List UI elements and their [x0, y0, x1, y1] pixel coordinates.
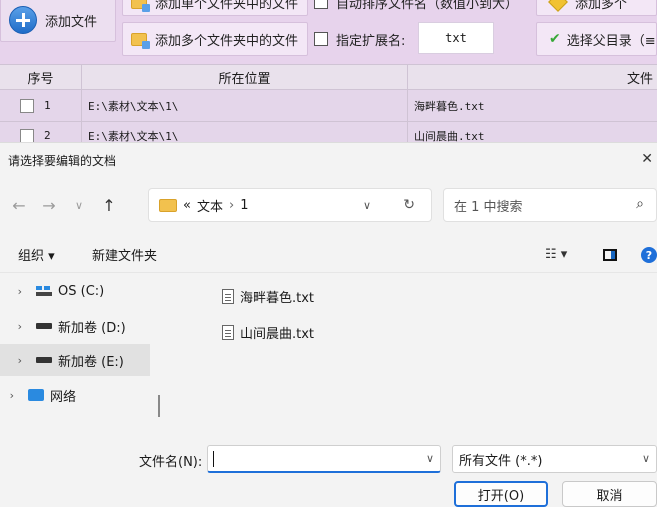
file-name: 海畔暮色.txt: [240, 291, 315, 306]
text-caret: [213, 451, 214, 467]
add-circle-icon: [9, 6, 37, 34]
forward-arrow-icon[interactable]: →: [34, 196, 64, 215]
add-multi-folder-label: 添加多个文件夹中的文件: [155, 33, 299, 49]
file-list: 海畔暮色.txt 山间晨曲.txt: [160, 273, 657, 439]
chevron-right-icon[interactable]: ›: [0, 320, 22, 333]
nav-item-label: 网络: [50, 389, 77, 405]
dialog-title-bar[interactable]: 请选择要编辑的文档 ✕: [0, 143, 657, 177]
ext-checkbox[interactable]: [314, 32, 328, 46]
nav-item-e-drive[interactable]: › 新加卷 (E:): [0, 344, 150, 376]
header-index[interactable]: 序号: [0, 65, 82, 89]
filetype-select[interactable]: 所有文件 (*.*) ∨: [452, 445, 657, 473]
search-placeholder: 在 1 中搜索: [454, 199, 523, 215]
chevron-right-icon[interactable]: ›: [0, 354, 22, 367]
row-checkbox[interactable]: [20, 98, 34, 113]
drive-icon: [36, 323, 52, 329]
nav-item-label: OS (C:): [58, 283, 105, 299]
folder-icon: [131, 0, 150, 12]
network-icon: [28, 389, 44, 401]
add-single-folder-button[interactable]: 添加单个文件夹中的文件: [122, 0, 308, 16]
refresh-icon[interactable]: ↻: [403, 197, 415, 213]
row-index-cell: 1: [0, 90, 82, 121]
new-folder-button[interactable]: 新建文件夹: [92, 245, 157, 264]
search-icon: ⌕: [636, 196, 644, 212]
preview-pane-icon[interactable]: [603, 249, 617, 261]
row-checkbox[interactable]: [20, 128, 34, 143]
dialog-title: 请选择要编辑的文档: [8, 153, 117, 168]
ext-option[interactable]: 指定扩展名:: [308, 22, 420, 56]
row-index: 1: [44, 99, 51, 112]
chevron-right-icon[interactable]: ›: [0, 389, 14, 402]
add-single-folder-label: 添加单个文件夹中的文件: [155, 0, 299, 12]
filetype-value: 所有文件 (*.*): [459, 453, 543, 469]
navigation-pane: › OS (C:) › 新加卷 (D:) › 新加卷 (E:) › 网络: [0, 273, 160, 439]
breadcrumb-separator: ›: [228, 197, 235, 213]
navigation-bar: ← → ∨ ↑ « 文本 › 1 ∨ ↻ 在 1 中搜索 ⌕: [0, 183, 657, 227]
drive-icon: [36, 357, 52, 363]
filename-label: 文件名(N):: [139, 455, 203, 470]
ext-label: 指定扩展名:: [336, 33, 406, 49]
main-app-window: 添加文件 添加单个文件夹中的文件 自动排序文件名（数值小到大） 添加多个 添加多…: [0, 0, 657, 150]
up-arrow-icon[interactable]: ↑: [94, 196, 124, 215]
chevron-down-icon[interactable]: ∨: [363, 199, 371, 212]
text-file-icon: [222, 289, 234, 304]
toolbar: 添加文件 添加单个文件夹中的文件 自动排序文件名（数值小到大） 添加多个 添加多…: [0, 0, 657, 64]
breadcrumb-item-parent[interactable]: 文本: [197, 196, 223, 215]
dialog-footer: 文件名(N): ∨ 所有文件 (*.*) ∨ 打开(O) 取消: [0, 439, 657, 507]
add-more-button[interactable]: 添加多个: [536, 0, 657, 16]
text-file-icon: [222, 325, 234, 340]
add-more-label: 添加多个: [575, 0, 628, 12]
ext-input[interactable]: txt: [418, 22, 494, 54]
table-row[interactable]: 1 E:\素材\文本\1\ 海畔暮色.txt: [0, 90, 657, 122]
back-arrow-icon[interactable]: ←: [4, 196, 34, 215]
grid-header: 序号 所在位置 文件: [0, 64, 657, 90]
breadcrumb[interactable]: « 文本 › 1 ∨ ↻: [148, 188, 432, 222]
nav-item-label: 新加卷 (E:): [58, 354, 124, 370]
diamond-icon: [548, 0, 568, 12]
add-multi-folder-button[interactable]: 添加多个文件夹中的文件: [122, 22, 308, 56]
auto-sort-checkbox[interactable]: [314, 0, 328, 9]
open-button[interactable]: 打开(O): [454, 481, 548, 507]
organize-menu[interactable]: 组织 ▾: [18, 245, 55, 264]
nav-item-c-drive[interactable]: › OS (C:): [0, 275, 150, 307]
chevron-right-icon[interactable]: ›: [0, 285, 22, 298]
view-options-icon[interactable]: ☷ ▾: [545, 247, 567, 262]
row-index: 2: [44, 129, 51, 142]
file-name: 山间晨曲.txt: [240, 327, 315, 342]
row-filename: 海畔暮色.txt: [414, 99, 485, 113]
nav-item-d-drive[interactable]: › 新加卷 (D:): [0, 310, 150, 342]
row-location: E:\素材\文本\1\: [82, 90, 408, 121]
add-file-label: 添加文件: [45, 14, 98, 30]
command-bar: 组织 ▾ 新建文件夹 ☷ ▾ ?: [0, 237, 657, 273]
list-item[interactable]: 山间晨曲.txt: [222, 323, 314, 342]
breadcrumb-overflow[interactable]: «: [183, 198, 191, 213]
search-input[interactable]: 在 1 中搜索 ⌕: [443, 188, 657, 222]
close-icon[interactable]: ✕: [641, 151, 653, 167]
breadcrumb-item-current[interactable]: 1: [240, 198, 248, 213]
filename-input[interactable]: ∨: [207, 445, 441, 473]
nav-item-label: 新加卷 (D:): [58, 320, 126, 336]
chevron-down-icon[interactable]: ∨: [426, 452, 434, 465]
open-file-dialog: 请选择要编辑的文档 ✕ ← → ∨ ↑ « 文本 › 1 ∨ ↻ 在 1 中搜索…: [0, 142, 657, 507]
add-file-button[interactable]: 添加文件: [0, 0, 116, 42]
help-icon[interactable]: ?: [641, 247, 657, 263]
folder-icon: [131, 32, 150, 49]
list-item[interactable]: 海畔暮色.txt: [222, 287, 314, 306]
select-parent-button[interactable]: ✔ 选择父目录（≡: [536, 22, 657, 56]
auto-sort-label: 自动排序文件名（数值小到大）: [336, 0, 519, 12]
os-drive-icon: [36, 286, 52, 296]
cancel-button[interactable]: 取消: [562, 481, 657, 507]
header-location[interactable]: 所在位置: [82, 65, 408, 89]
chevron-down-icon: ∨: [641, 452, 650, 465]
folder-icon: [159, 198, 177, 212]
auto-sort-option[interactable]: 自动排序文件名（数值小到大）: [308, 0, 528, 16]
select-parent-label: 选择父目录（≡: [566, 33, 656, 49]
check-folder-icon: ✔: [549, 31, 561, 47]
recent-chevron-icon[interactable]: ∨: [64, 199, 94, 212]
header-filename[interactable]: 文件: [408, 65, 657, 89]
nav-item-network[interactable]: › 网络: [0, 379, 150, 411]
